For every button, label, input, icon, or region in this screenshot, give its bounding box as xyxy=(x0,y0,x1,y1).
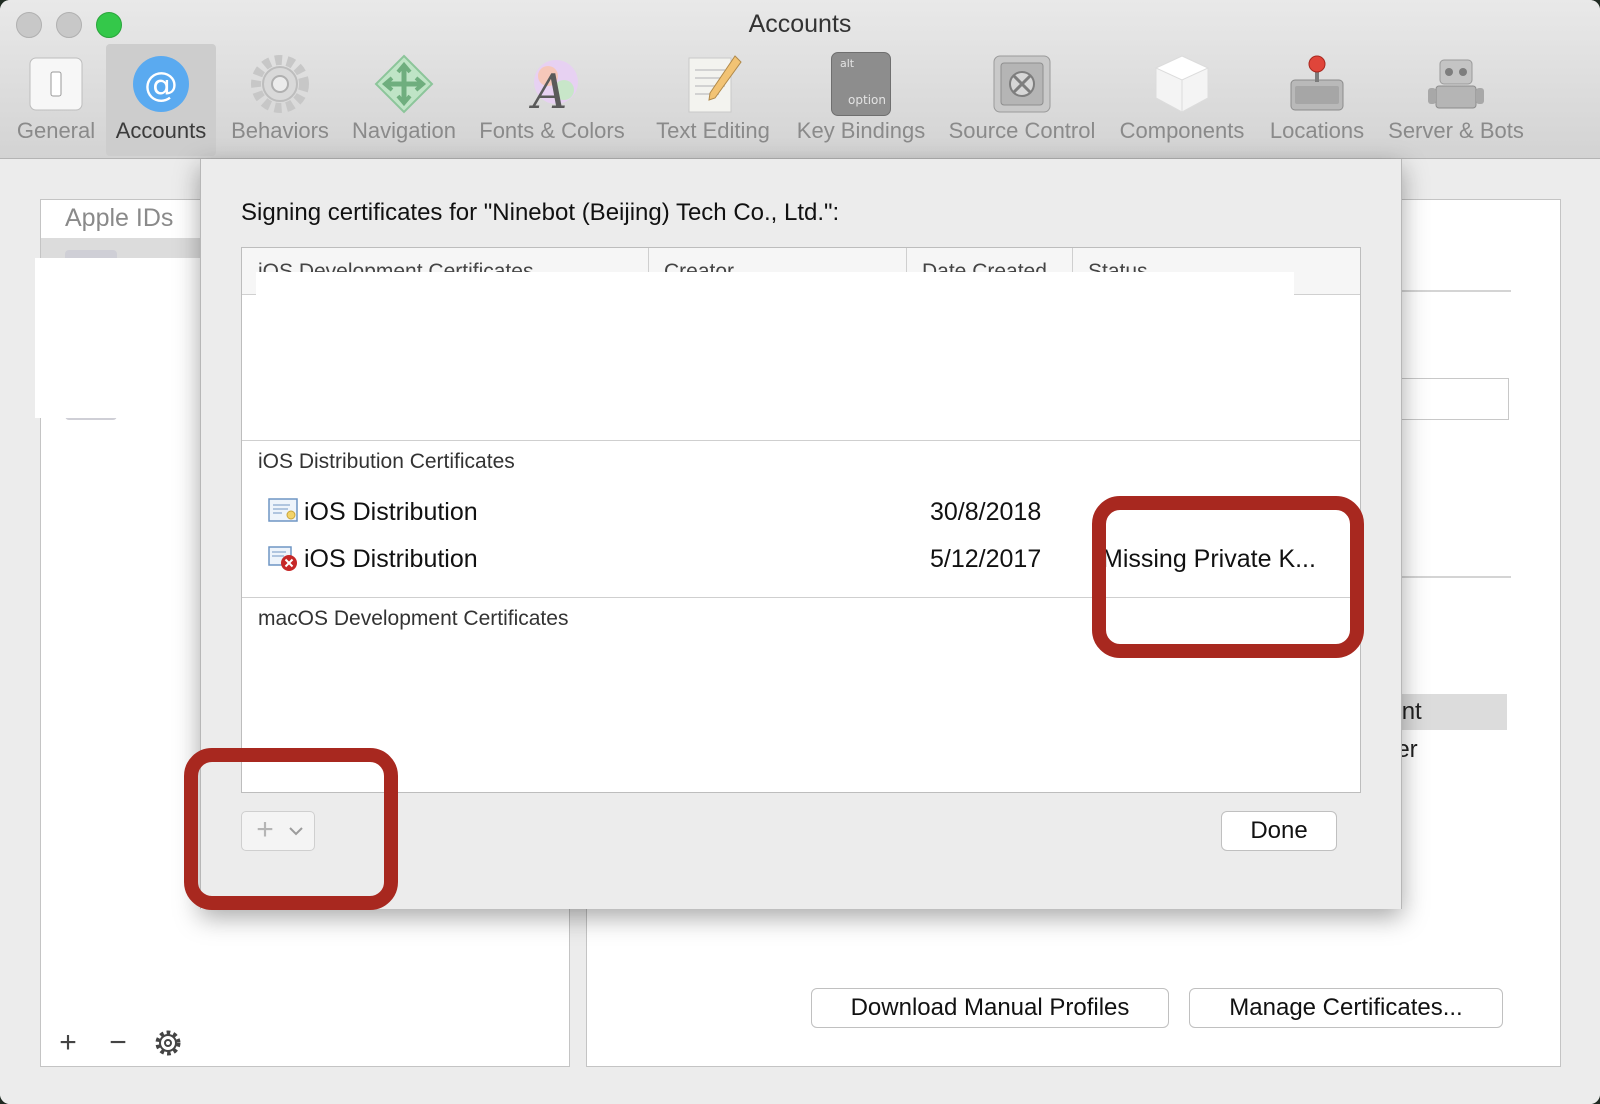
tab-text-editing[interactable]: Text Editing xyxy=(640,44,786,156)
section-divider xyxy=(242,440,1360,441)
certificate-name[interactable]: iOS Distribution xyxy=(304,498,478,527)
vault-icon xyxy=(993,55,1051,113)
option-key-icon: alt option xyxy=(831,52,891,116)
tab-components[interactable]: Components xyxy=(1110,44,1254,156)
hard-drive-joystick-icon xyxy=(1290,55,1344,111)
tab-behaviors[interactable]: Behaviors xyxy=(224,44,336,156)
gear-icon[interactable] xyxy=(151,1026,185,1060)
tab-accounts[interactable]: @ Accounts xyxy=(106,44,216,156)
certificate-name[interactable]: iOS Distribution xyxy=(304,545,478,574)
alt-key-label: alt xyxy=(840,57,855,70)
certificate-icon xyxy=(268,498,298,522)
svg-text:@: @ xyxy=(144,65,178,105)
notepad-pencil-icon xyxy=(688,55,742,113)
tab-general[interactable]: General xyxy=(12,44,100,156)
tab-fonts-colors[interactable]: A Fonts & Colors xyxy=(470,44,634,156)
certificate-error-icon xyxy=(268,546,297,571)
redacted-area xyxy=(256,272,1294,296)
robot-icon xyxy=(1428,59,1484,109)
done-button[interactable]: Done xyxy=(1221,811,1337,851)
general-switch-icon xyxy=(29,57,83,111)
section-label: macOS Development Certificates xyxy=(258,607,569,630)
manage-certificates-button[interactable]: Manage Certificates... xyxy=(1189,988,1503,1028)
tab-source-control[interactable]: Source Control xyxy=(938,44,1106,156)
remove-account-button[interactable]: − xyxy=(101,1026,135,1060)
tab-locations[interactable]: Locations xyxy=(1262,44,1372,156)
navigation-arrows-icon xyxy=(374,54,434,114)
tab-server-bots[interactable]: Server & Bots xyxy=(1380,44,1532,156)
download-manual-profiles-button[interactable]: Download Manual Profiles xyxy=(811,988,1169,1028)
sheet-title: Signing certificates for "Ninebot (Beiji… xyxy=(241,199,840,226)
annotation-highlight-status xyxy=(1092,496,1364,658)
cube-icon xyxy=(1154,55,1210,113)
tab-navigation[interactable]: Navigation xyxy=(344,44,464,156)
option-key-label: option xyxy=(848,93,886,107)
gear-icon xyxy=(251,55,309,113)
title-bar: Accounts General @ Accounts Behaviors Na… xyxy=(0,0,1600,159)
preferences-toolbar: General @ Accounts Behaviors Navigation … xyxy=(0,44,1600,156)
svg-text:A: A xyxy=(529,64,568,116)
certificate-date: 5/12/2017 xyxy=(930,545,1042,573)
table-header: iOS Development Certificates Creator Dat… xyxy=(242,248,1360,296)
certificate-date: 30/8/2018 xyxy=(930,498,1042,526)
window-title: Accounts xyxy=(748,10,852,38)
font-letter-a-icon: A xyxy=(529,60,578,116)
at-sign-icon: @ xyxy=(133,56,189,112)
redacted-area xyxy=(35,258,203,418)
preferences-window: Accounts General @ Accounts Behaviors Na… xyxy=(0,0,1600,1104)
annotation-highlight-add-button xyxy=(184,748,398,910)
list-footer: + − xyxy=(41,1022,569,1066)
tab-key-bindings[interactable]: alt option Key Bindings xyxy=(786,44,936,156)
apple-ids-header: Apple IDs xyxy=(65,204,174,232)
section-label: iOS Distribution Certificates xyxy=(258,450,515,473)
add-account-button[interactable]: + xyxy=(51,1026,85,1060)
